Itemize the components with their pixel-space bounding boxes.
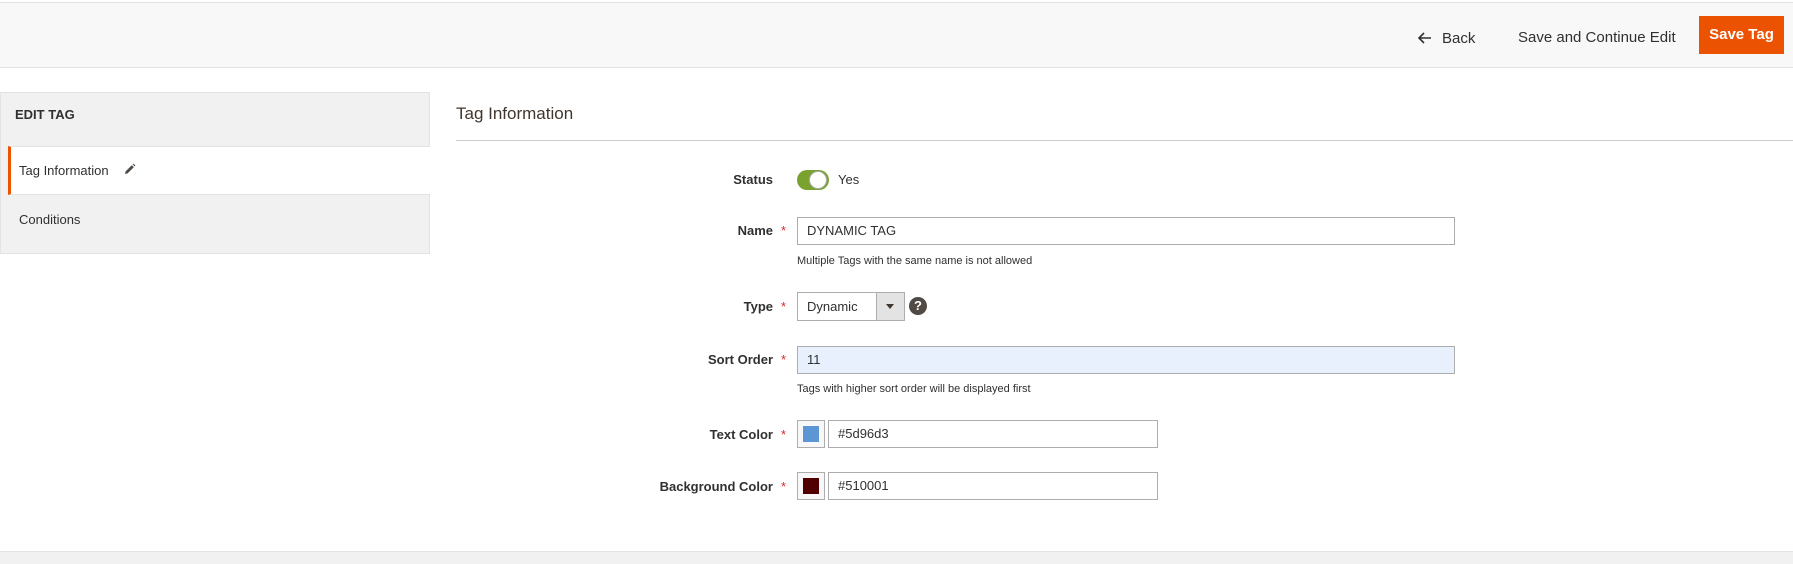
sidebar-item-label: Tag Information (19, 163, 109, 178)
page-actions-bar: Back Save and Continue Edit Save Tag (0, 2, 1793, 68)
sidebar-nav: EDIT TAG Tag Information Conditions (0, 92, 430, 254)
status-label: Status (733, 172, 773, 187)
text-color-swatch[interactable] (797, 420, 825, 448)
background-color-preview (803, 478, 819, 494)
required-marker: * (781, 299, 787, 314)
background-color-swatch[interactable] (797, 472, 825, 500)
select-arrow-button[interactable] (876, 293, 904, 320)
status-value: Yes (838, 172, 860, 187)
required-marker: * (781, 352, 787, 367)
chevron-down-icon (886, 304, 894, 309)
required-marker: * (781, 479, 787, 494)
arrow-left-icon (1418, 32, 1431, 44)
status-toggle[interactable] (797, 170, 829, 190)
sort-order-label: Sort Order (707, 352, 773, 367)
text-color-preview (803, 426, 819, 442)
pencil-icon (125, 163, 136, 174)
type-label: Type (743, 299, 773, 314)
name-input[interactable]: DYNAMIC TAG (797, 217, 1455, 245)
sidebar-title: EDIT TAG (15, 107, 75, 122)
name-hint: Multiple Tags with the same name is not … (797, 255, 1033, 267)
text-color-label: Text Color (709, 427, 773, 442)
section-title: Tag Information (456, 104, 574, 123)
background-color-input[interactable]: #510001 (828, 472, 1158, 500)
toggle-knob (809, 171, 827, 189)
type-select[interactable]: Dynamic (797, 292, 905, 321)
back-button[interactable]: Back (1418, 24, 1475, 52)
name-label: Name (737, 223, 773, 238)
sidebar-item-tag-information[interactable]: Tag Information (8, 146, 430, 195)
sort-order-hint: Tags with higher sort order will be disp… (797, 383, 1031, 395)
sidebar-item-conditions[interactable]: Conditions (19, 212, 80, 227)
save-tag-button[interactable]: Save Tag (1699, 16, 1784, 54)
required-marker: * (781, 223, 787, 238)
back-label: Back (1442, 29, 1476, 47)
section-divider (456, 140, 1793, 141)
page-footer-edge (0, 551, 1793, 564)
required-marker: * (781, 427, 787, 442)
text-color-input[interactable]: #5d96d3 (828, 420, 1158, 448)
sort-order-input[interactable]: 11 (797, 346, 1455, 374)
type-selected-value: Dynamic (807, 299, 858, 314)
question-icon[interactable]: ? (909, 297, 927, 315)
background-color-label: Background Color (659, 479, 773, 494)
save-and-continue-button[interactable]: Save and Continue Edit (1518, 24, 1676, 52)
